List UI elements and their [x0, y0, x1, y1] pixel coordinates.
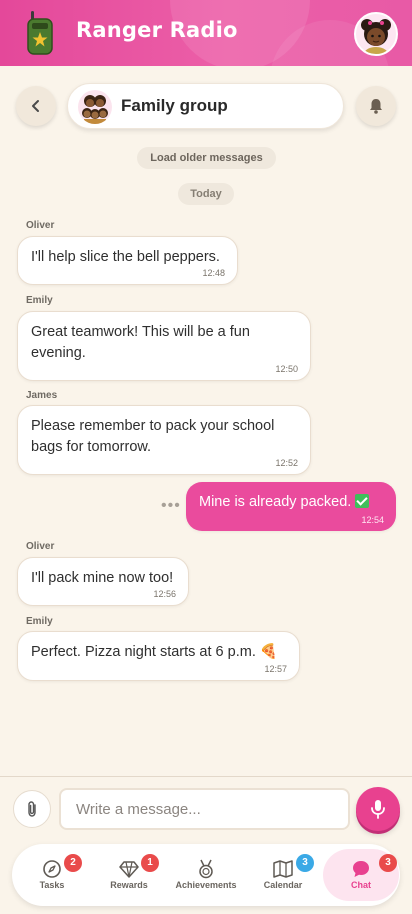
notifications-button[interactable]	[356, 86, 396, 126]
load-older-button[interactable]: Load older messages	[137, 147, 276, 169]
nav-item-tasks[interactable]: Tasks 2	[12, 844, 92, 906]
nav-label: Achievements	[175, 880, 237, 890]
nav-label: Calendar	[263, 880, 303, 890]
profile-avatar[interactable]	[354, 12, 398, 56]
notification-badge: 1	[141, 854, 159, 872]
message-time: 12:48	[202, 268, 225, 278]
message-time: 12:54	[361, 515, 384, 525]
message-sender: Emily	[26, 295, 53, 306]
composer-divider	[0, 776, 412, 777]
check-mark-icon	[355, 494, 370, 508]
message-sender: Oliver	[26, 541, 55, 552]
compass-icon	[43, 860, 61, 878]
microphone-icon	[371, 800, 385, 819]
notification-badge: 2	[64, 854, 82, 872]
message-time: 12:52	[275, 458, 298, 468]
message-text: Great teamwork! This will be a fun eveni…	[31, 324, 250, 361]
nav-item-rewards[interactable]: Rewards 1	[89, 844, 169, 906]
message-text: Perfect. Pizza night starts at 6 p.m. 🍕	[31, 644, 278, 660]
message-time: 12:50	[275, 364, 298, 374]
paperclip-icon	[28, 801, 36, 817]
message-bubble[interactable]: Great teamwork! This will be a fun eveni…	[17, 311, 311, 381]
nav-label: Chat	[351, 880, 371, 890]
group-header[interactable]: Family group	[67, 83, 344, 129]
chevron-left-icon	[32, 100, 39, 112]
notification-badge: 3	[379, 854, 397, 872]
message-time: 12:56	[153, 589, 176, 599]
nav-item-calendar[interactable]: Calendar 3	[243, 844, 323, 906]
message-text-content: Mine is already packed.	[199, 494, 352, 510]
app-title: Ranger Radio	[76, 18, 238, 42]
back-button[interactable]	[16, 86, 56, 126]
message-bubble[interactable]: Perfect. Pizza night starts at 6 p.m. 🍕 …	[17, 631, 300, 681]
nav-item-chat[interactable]: Chat 3	[321, 844, 401, 906]
chat-bubble-icon	[353, 861, 369, 877]
nav-item-achievements[interactable]: Achievements	[166, 844, 246, 906]
nav-label: Tasks	[39, 880, 65, 890]
message-text: Mine is already packed.	[199, 492, 370, 513]
message-bubble-own[interactable]: Mine is already packed. 12:54	[186, 482, 396, 531]
notification-badge: 3	[296, 854, 314, 872]
message-sender: James	[26, 390, 58, 401]
message-bubble[interactable]: I'll pack mine now too! 12:56	[17, 557, 189, 606]
message-options-icon[interactable]: •••	[161, 497, 181, 515]
family-illustration	[82, 95, 108, 124]
message-bubble[interactable]: Please remember to pack your school bags…	[17, 405, 311, 475]
message-time: 12:57	[264, 664, 287, 674]
message-text: I'll pack mine now too!	[31, 570, 174, 586]
message-text: Please remember to pack your school bags…	[31, 418, 275, 455]
map-icon	[273, 860, 293, 878]
bottom-navigation: Tasks 2 Rewards 1 Achievements Calendar …	[12, 844, 400, 906]
nav-label: Rewards	[110, 880, 148, 890]
message-sender: Emily	[26, 616, 53, 627]
avatar-illustration	[361, 19, 391, 54]
message-text: I'll help slice the bell peppers.	[31, 249, 220, 265]
bell-icon	[370, 99, 382, 114]
message-sender: Oliver	[26, 220, 55, 231]
diamond-icon	[119, 861, 139, 878]
medal-icon	[199, 859, 213, 879]
group-name: Family group	[121, 96, 228, 115]
group-avatar	[78, 90, 112, 124]
message-input[interactable]	[59, 788, 350, 830]
walkie-talkie-icon	[27, 11, 53, 55]
attach-button[interactable]	[13, 790, 51, 828]
day-separator: Today	[178, 183, 234, 205]
microphone-button[interactable]	[356, 787, 400, 831]
message-bubble[interactable]: I'll help slice the bell peppers. 12:48	[17, 236, 238, 285]
app-bar: Ranger Radio	[0, 0, 412, 66]
